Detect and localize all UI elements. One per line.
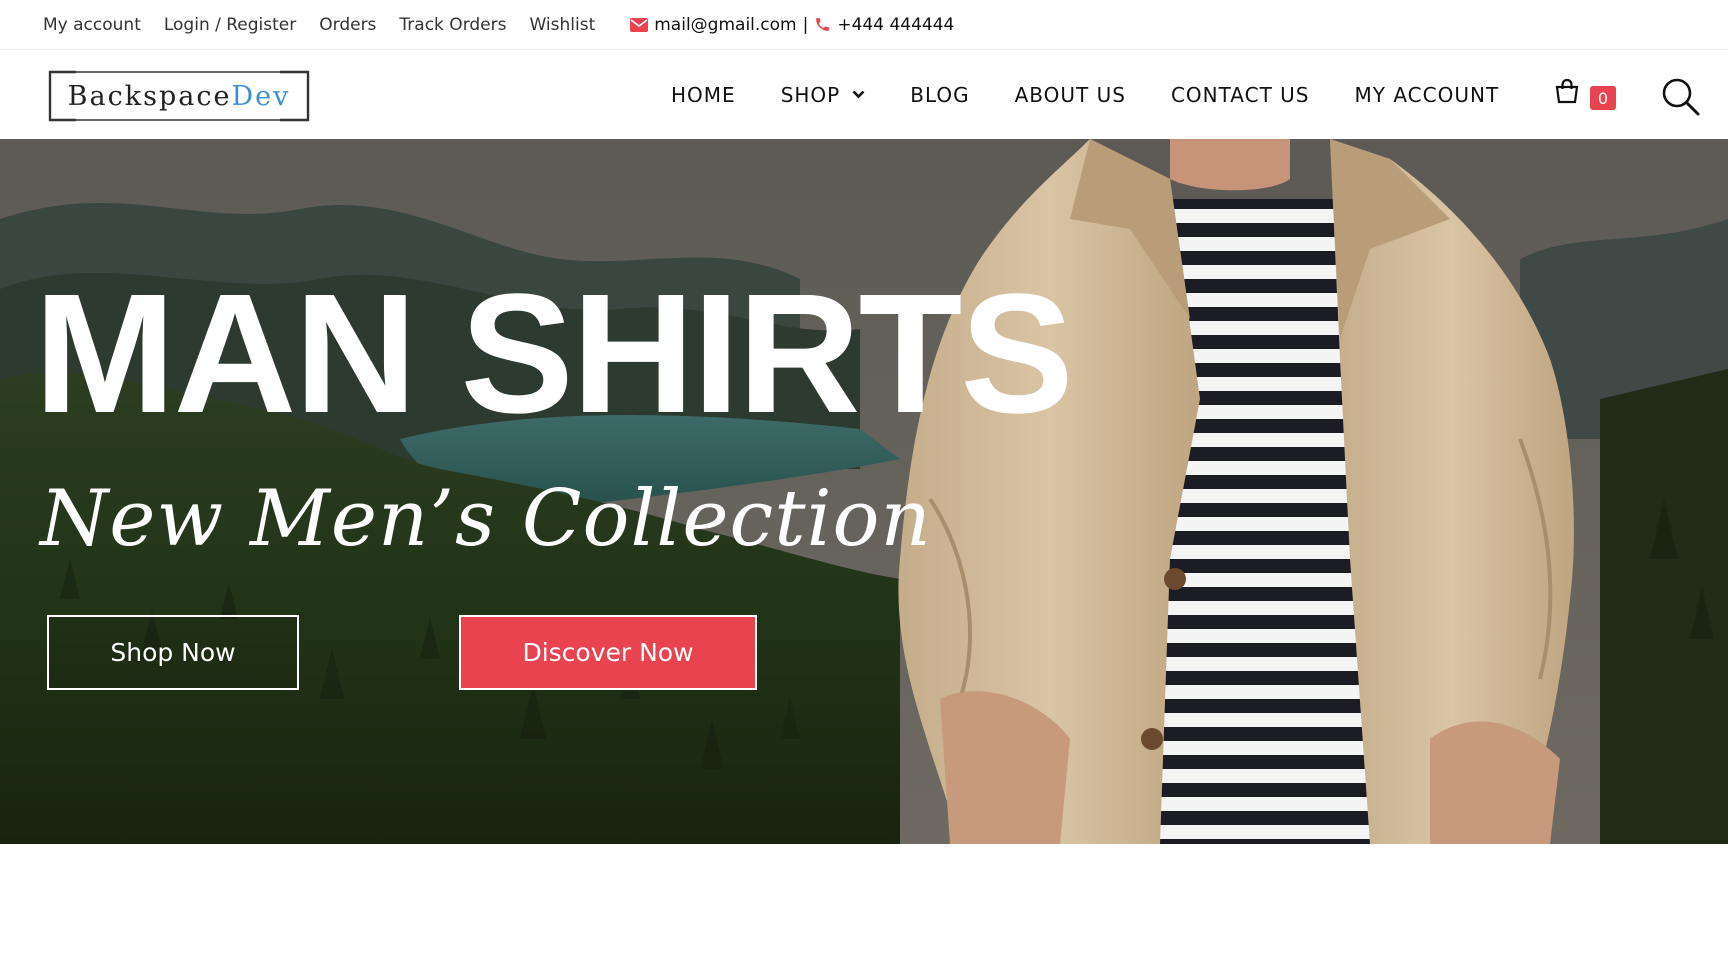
top-link-orders[interactable]: Orders	[319, 15, 376, 35]
cart-button[interactable]: 0	[1554, 78, 1620, 110]
top-link-login-register[interactable]: Login / Register	[164, 15, 296, 35]
contact-phone[interactable]: +444 444444	[837, 15, 954, 35]
nav-blog[interactable]: BLOG	[910, 83, 969, 107]
top-links: My account Login / Register Orders Track…	[43, 15, 618, 35]
top-link-track-orders[interactable]: Track Orders	[399, 15, 506, 35]
contact-separator: |	[802, 14, 809, 35]
phone-icon	[814, 16, 831, 33]
shopping-bag-icon	[1555, 78, 1579, 104]
search-button[interactable]	[1661, 77, 1701, 117]
nav-home-label: HOME	[671, 82, 736, 107]
logo-main: Backspace	[67, 80, 232, 112]
nav-about-label: ABOUT US	[1014, 82, 1126, 107]
nav-contact-us[interactable]: CONTACT US	[1171, 83, 1310, 107]
nav-account-label: MY ACCOUNT	[1354, 82, 1500, 107]
cart-count-badge: 0	[1590, 86, 1616, 110]
envelope-icon	[630, 17, 649, 32]
nav-shop[interactable]: SHOP	[781, 83, 866, 107]
hero-title: MAN SHIRTS	[34, 259, 1074, 449]
shop-now-button[interactable]: Shop Now	[47, 615, 299, 690]
chevron-down-icon	[852, 90, 865, 99]
nav-home[interactable]: HOME	[671, 83, 736, 107]
top-link-my-account[interactable]: My account	[43, 15, 141, 35]
nav-my-account[interactable]: MY ACCOUNT	[1355, 83, 1500, 107]
hero-banner: MAN SHIRTS New Men’s Collection Shop Now…	[0, 139, 1728, 844]
main-header: Backspace Dev HOME SHOP BLOG ABOUT US CON…	[0, 50, 1728, 139]
discover-now-button[interactable]: Discover Now	[459, 615, 757, 690]
site-logo[interactable]: Backspace Dev	[48, 70, 310, 122]
logo-text: Backspace Dev	[48, 70, 310, 122]
search-icon	[1662, 78, 1700, 116]
nav-contact-label: CONTACT US	[1170, 82, 1310, 107]
contact-info: mail@gmail.com | +444 444444	[630, 15, 954, 35]
top-link-wishlist[interactable]: Wishlist	[529, 15, 595, 35]
main-nav: HOME SHOP BLOG ABOUT US CONTACT US MY AC…	[671, 50, 1544, 139]
model-image	[898, 139, 1574, 844]
nav-about-us[interactable]: ABOUT US	[1015, 83, 1126, 107]
top-bar: My account Login / Register Orders Track…	[0, 0, 1728, 50]
logo-accent: Dev	[231, 80, 291, 112]
nav-blog-label: BLOG	[910, 82, 970, 107]
nav-shop-label: SHOP	[780, 82, 841, 107]
contact-email[interactable]: mail@gmail.com	[654, 15, 796, 35]
hero-subtitle: New Men’s Collection	[40, 474, 932, 564]
